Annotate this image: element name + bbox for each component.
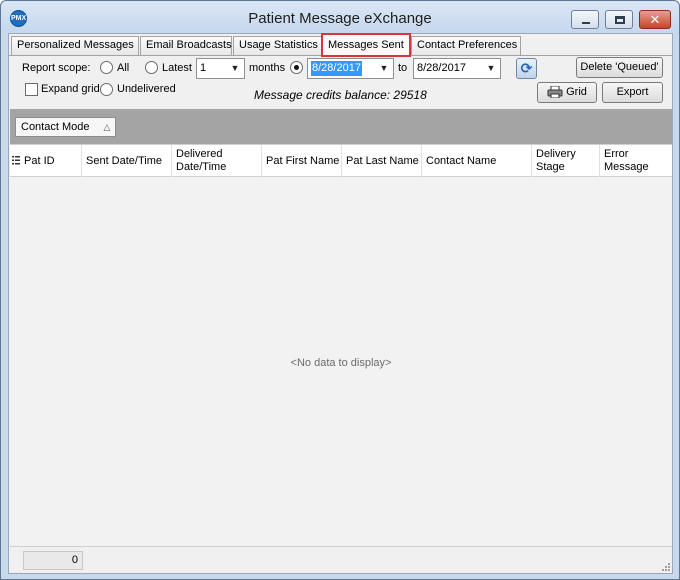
expand-grid-checkbox[interactable] <box>25 83 38 96</box>
to-date-picker[interactable]: 8/28/2017 ▼ <box>413 58 501 79</box>
delete-queued-button[interactable]: Delete 'Queued' <box>576 57 663 78</box>
chevron-down-icon[interactable]: ▼ <box>485 59 497 78</box>
export-button[interactable]: Export <box>602 82 663 103</box>
minimize-icon <box>582 22 590 24</box>
scope-latest-label[interactable]: Latest <box>162 62 192 74</box>
column-delivered-date-time[interactable]: Delivered Date/Time <box>172 145 262 177</box>
expand-grid-label[interactable]: Expand grid <box>41 83 100 95</box>
tab-contact-preferences[interactable]: Contact Preferences <box>411 36 521 55</box>
row-count: 0 <box>23 551 83 570</box>
close-button[interactable]: ✕ <box>639 10 671 29</box>
messages-grid: Pat ID Sent Date/Time Delivered Date/Tim… <box>10 144 672 546</box>
minimize-button[interactable] <box>571 10 599 29</box>
column-error-message[interactable]: Error Message <box>600 145 672 177</box>
main-window: PMX Patient Message eXchange ✕ Personali… <box>0 0 680 580</box>
column-delivery-stage[interactable]: Delivery Stage <box>532 145 600 177</box>
undelivered-label[interactable]: Undelivered <box>117 83 176 95</box>
refresh-icon: ⟳ <box>520 60 533 76</box>
tab-usage-statistics[interactable]: Usage Statistics <box>233 36 322 55</box>
from-date-value: 8/28/2017 <box>311 61 362 76</box>
chevron-down-icon[interactable]: ▼ <box>378 59 390 78</box>
latest-months-combo[interactable]: 1 ▼ <box>196 58 245 79</box>
scope-all-radio[interactable] <box>100 61 113 74</box>
grid-header: Pat ID Sent Date/Time Delivered Date/Tim… <box>10 145 672 177</box>
column-pat-first-name[interactable]: Pat First Name <box>262 145 342 177</box>
column-delivered-label: Delivered Date/Time <box>176 148 227 173</box>
resize-grip-icon[interactable] <box>661 562 671 572</box>
scope-date-range-radio[interactable] <box>290 61 303 74</box>
undelivered-radio[interactable] <box>100 83 113 96</box>
grid-print-label: Grid <box>566 86 587 98</box>
latest-months-value: 1 <box>200 62 207 74</box>
column-pat-id[interactable]: Pat ID <box>20 145 82 177</box>
grid-print-button[interactable]: Grid <box>537 82 597 103</box>
title-bar[interactable]: PMX Patient Message eXchange ✕ <box>1 1 679 32</box>
report-scope-label: Report scope: <box>22 62 91 74</box>
tab-messages-sent[interactable]: Messages Sent <box>321 33 411 57</box>
printer-icon <box>547 86 563 99</box>
column-delivery-stage-label: Delivery Stage <box>536 148 576 173</box>
from-date-picker[interactable]: 8/28/2017 ▼ <box>307 58 394 79</box>
tab-email-broadcasts[interactable]: Email Broadcasts <box>140 36 232 55</box>
refresh-button[interactable]: ⟳ <box>516 58 537 79</box>
column-chooser-icon[interactable] <box>12 155 20 166</box>
months-label: months <box>249 62 286 74</box>
to-label: to <box>398 62 408 74</box>
column-error-message-label: Error Message <box>604 148 649 173</box>
maximize-button[interactable] <box>605 10 633 29</box>
column-pat-last-name[interactable]: Pat Last Name <box>342 145 422 177</box>
grid-footer: 0 <box>10 546 672 573</box>
message-credits-balance: Message credits balance: 29518 <box>254 88 427 102</box>
tab-strip: Personalized Messages Email Broadcasts U… <box>9 33 672 57</box>
close-icon: ✕ <box>649 12 661 27</box>
no-data-message: <No data to display> <box>290 357 392 369</box>
to-date-value: 8/28/2017 <box>417 62 466 74</box>
group-by-contact-mode[interactable]: Contact Mode △ <box>15 117 117 137</box>
column-contact-name[interactable]: Contact Name <box>422 145 532 177</box>
chevron-down-icon[interactable]: ▼ <box>229 59 241 78</box>
tab-personalized-messages[interactable]: Personalized Messages <box>11 36 139 55</box>
group-by-label: Contact Mode <box>21 121 90 133</box>
scope-latest-radio[interactable] <box>145 61 158 74</box>
scope-all-label[interactable]: All <box>117 62 129 74</box>
client-area: Personalized Messages Email Broadcasts U… <box>8 33 673 574</box>
column-sent-date-time[interactable]: Sent Date/Time <box>82 145 172 177</box>
sort-ascending-icon[interactable]: △ <box>103 122 110 132</box>
maximize-icon <box>615 16 625 24</box>
group-by-panel: Contact Mode △ <box>10 109 672 144</box>
